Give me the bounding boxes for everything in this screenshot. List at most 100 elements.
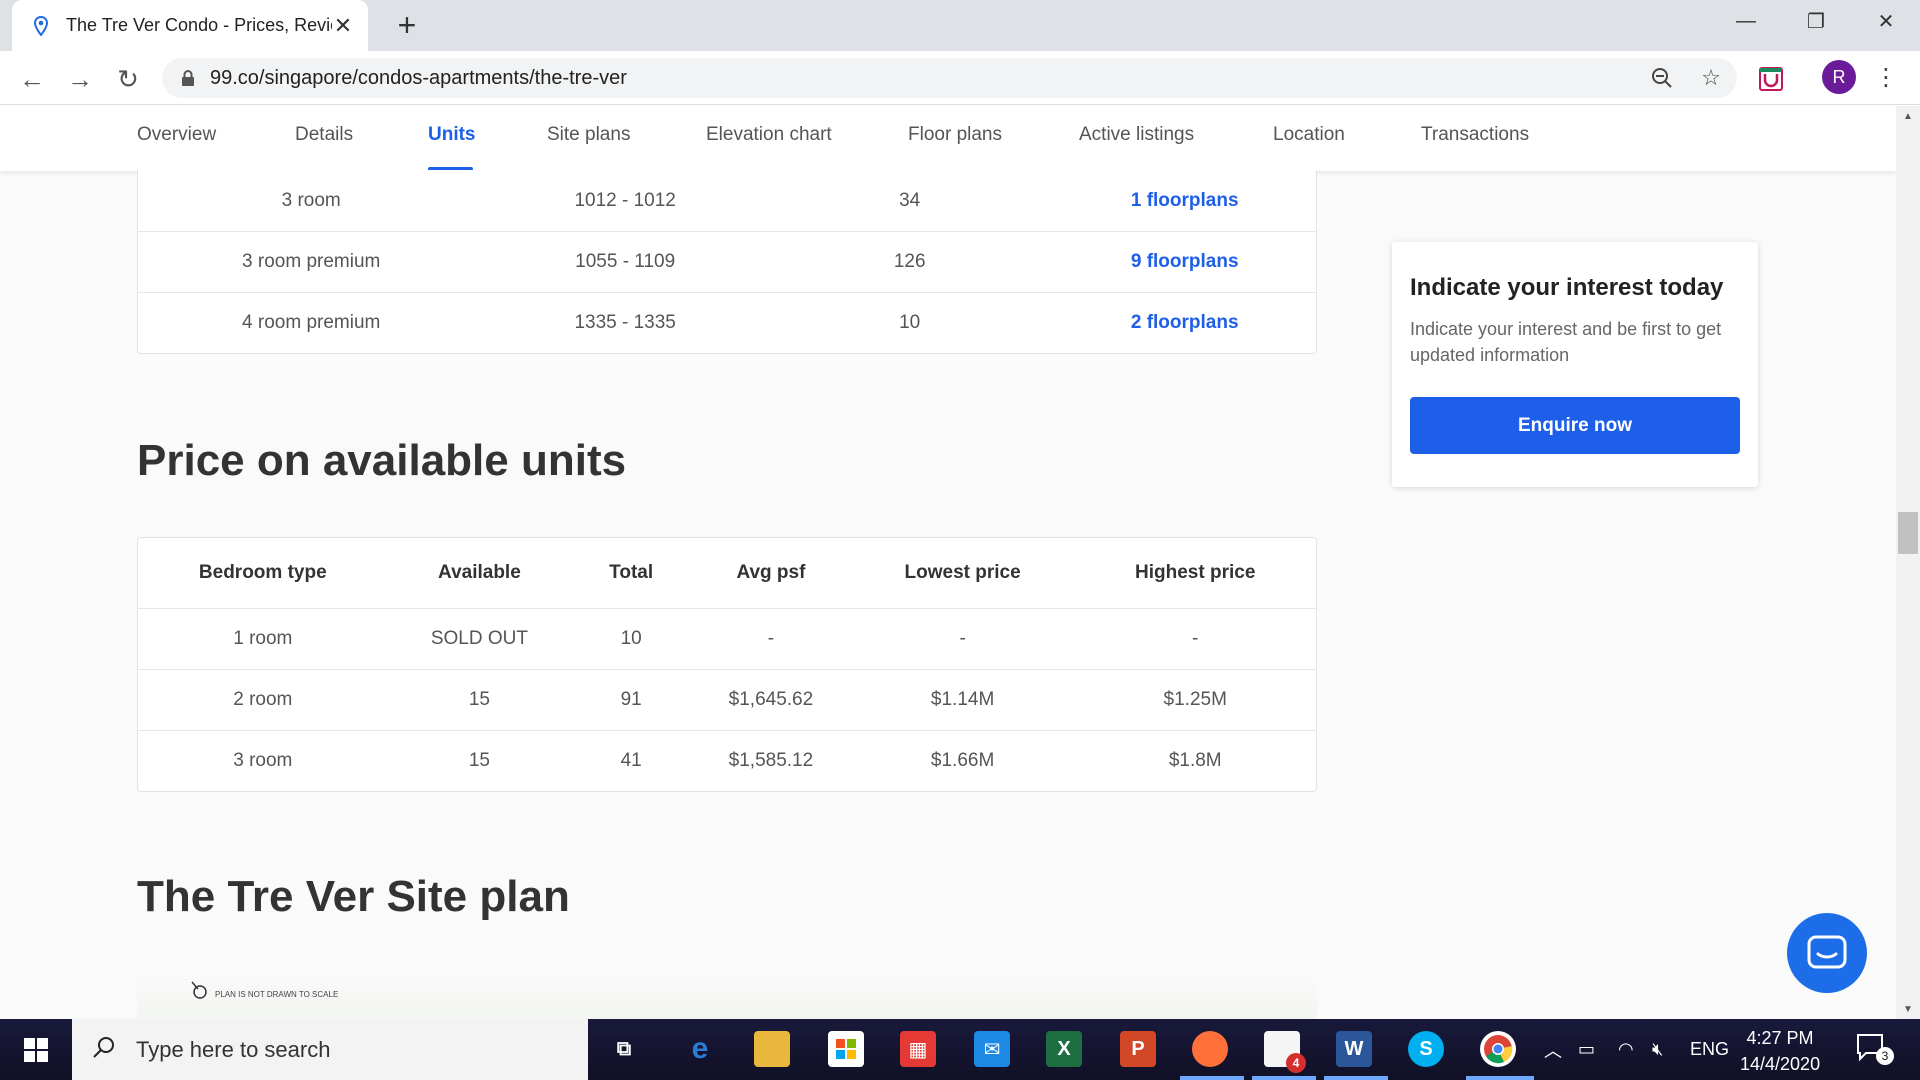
plan-scale-note: PLAN IS NOT DRAWN TO SCALE: [215, 990, 339, 999]
nav-transactions[interactable]: Transactions: [1421, 124, 1529, 146]
menu-dots-icon[interactable]: ⋮: [1874, 62, 1898, 92]
word-running-indicator: [1324, 1076, 1388, 1080]
zoom-icon[interactable]: [1649, 65, 1675, 91]
document-running-indicator: [1252, 1076, 1316, 1080]
close-tab-icon[interactable]: ✕: [332, 13, 354, 38]
close-window-button[interactable]: ✕: [1856, 0, 1916, 42]
file-explorer-icon[interactable]: [754, 1031, 790, 1067]
reload-button[interactable]: ↻: [112, 63, 144, 95]
mail-icon[interactable]: ✉: [974, 1031, 1010, 1067]
address-bar[interactable]: 99.co/singapore/condos-apartments/the-tr…: [162, 58, 1737, 98]
bookmark-star-icon[interactable]: ☆: [1698, 65, 1724, 91]
floorplans-link[interactable]: 9 floorplans: [1053, 251, 1316, 273]
bedroom-type: 1 room: [233, 628, 293, 649]
unit-size: 1012 - 1012: [574, 189, 676, 211]
document-icon[interactable]: 4: [1264, 1031, 1306, 1073]
gift-icon[interactable]: ▦: [900, 1031, 936, 1067]
enquire-now-button[interactable]: Enquire now: [1410, 397, 1740, 454]
skype-icon[interactable]: S: [1408, 1031, 1444, 1067]
table-row: 3 room 15 41 $1,585.12 $1.66M $1.8M: [138, 730, 1316, 791]
clock-time: 4:27 PM: [1746, 1028, 1814, 1048]
forward-button[interactable]: →: [64, 63, 96, 95]
nav-elevation-chart[interactable]: Elevation chart: [706, 124, 832, 146]
language-indicator[interactable]: ENG: [1690, 1019, 1729, 1080]
unit-type: 4 room premium: [242, 312, 381, 333]
wifi-icon[interactable]: ◠: [1618, 1019, 1634, 1080]
taskbar-clock[interactable]: 4:27 PM 14/4/2020: [1740, 1025, 1820, 1077]
profile-avatar[interactable]: R: [1822, 60, 1856, 94]
search-icon: [92, 1035, 116, 1064]
scrollbar-thumb[interactable]: [1898, 512, 1918, 554]
firefox-icon[interactable]: [1192, 1031, 1228, 1067]
bedroom-type: 2 room: [233, 689, 293, 710]
table-row: 3 room premium 1055 - 1109 126 9 floorpl…: [138, 231, 1316, 292]
units-table: 3 room 1012 - 1012 34 1 floorplans 3 roo…: [137, 170, 1317, 354]
table-row: 4 room premium 1335 - 1335 10 2 floorpla…: [138, 292, 1316, 353]
taskbar-search-input[interactable]: Type here to search: [72, 1019, 588, 1080]
extension-icon[interactable]: [1758, 66, 1784, 92]
header-bedroom-type: Bedroom type: [198, 562, 327, 583]
location-pin-icon: [30, 15, 52, 37]
floorplans-link[interactable]: 1 floorplans: [1053, 190, 1316, 212]
site-plan-heading: The Tre Ver Site plan: [137, 872, 570, 921]
scroll-down-icon[interactable]: ▼: [1896, 999, 1920, 1019]
header-avg-psf: Avg psf: [736, 562, 806, 583]
edge-icon[interactable]: e: [682, 1031, 718, 1067]
nav-floor-plans[interactable]: Floor plans: [908, 124, 1002, 146]
browser-tab[interactable]: The Tre Ver Condo - Prices, Revie ✕: [12, 0, 368, 51]
avg-psf: $1,585.12: [728, 750, 814, 771]
nav-active-listings[interactable]: Active listings: [1079, 124, 1194, 146]
back-button[interactable]: ←: [16, 63, 48, 95]
new-tab-button[interactable]: +: [392, 7, 422, 43]
total: 41: [620, 750, 642, 771]
minimize-button[interactable]: —: [1716, 0, 1776, 42]
chat-launcher-button[interactable]: [1787, 913, 1867, 993]
available: 15: [468, 750, 490, 771]
price-table: Bedroom type Available Total Avg psf Low…: [137, 537, 1317, 792]
nav-location[interactable]: Location: [1273, 124, 1345, 146]
lowest-price: -: [959, 628, 966, 649]
scroll-up-icon[interactable]: ▲: [1896, 106, 1920, 126]
header-available: Available: [438, 562, 521, 583]
nav-site-plans[interactable]: Site plans: [547, 124, 630, 146]
nav-units[interactable]: Units: [428, 124, 476, 146]
word-icon[interactable]: W: [1336, 1031, 1372, 1067]
nav-overview[interactable]: Overview: [137, 124, 216, 146]
header-lowest-price: Lowest price: [904, 562, 1021, 583]
unit-type: 3 room: [281, 189, 341, 211]
excel-icon[interactable]: X: [1046, 1031, 1082, 1067]
highest-price: -: [1192, 628, 1199, 649]
avg-psf: $1,645.62: [728, 689, 814, 710]
chrome-running-indicator: [1466, 1076, 1534, 1080]
lowest-price: $1.14M: [930, 689, 995, 710]
tab-title: The Tre Ver Condo - Prices, Revie: [66, 15, 332, 35]
section-nav: Overview Details Units Site plans Elevat…: [0, 106, 1896, 171]
nav-details[interactable]: Details: [295, 124, 353, 146]
highest-price: $1.25M: [1163, 689, 1227, 710]
floorplans-link[interactable]: 2 floorplans: [1053, 312, 1316, 334]
windows-taskbar: Type here to search ⧉ e ▦ ✉ X P 4 W S ︿ …: [0, 1019, 1920, 1080]
site-plan-image[interactable]: PLAN IS NOT DRAWN TO SCALE: [137, 972, 1317, 1019]
browser-tab-strip: The Tre Ver Condo - Prices, Revie ✕ + — …: [0, 0, 1920, 51]
notification-center-icon[interactable]: 3: [1856, 1033, 1894, 1067]
restore-button[interactable]: ❐: [1786, 0, 1846, 42]
page-scrollbar[interactable]: ▲ ▼: [1896, 106, 1920, 1019]
windows-start-icon[interactable]: [0, 1019, 72, 1080]
task-view-icon[interactable]: ⧉: [606, 1031, 642, 1067]
lock-icon: [180, 69, 196, 87]
firefox-running-indicator: [1180, 1076, 1244, 1080]
card-description: Indicate your interest and be first to g…: [1410, 319, 1722, 365]
chrome-icon[interactable]: [1480, 1031, 1516, 1067]
unit-type: 3 room premium: [242, 251, 381, 272]
battery-icon[interactable]: ▭: [1578, 1019, 1595, 1080]
unit-size: 1055 - 1109: [575, 251, 676, 272]
document-badge: 4: [1286, 1053, 1306, 1073]
page-content: Overview Details Units Site plans Elevat…: [0, 106, 1896, 1019]
card-title: Indicate your interest today: [1410, 274, 1724, 301]
url-text: 99.co/singapore/condos-apartments/the-tr…: [210, 66, 627, 89]
volume-muted-icon[interactable]: 🔇︎: [1652, 1019, 1663, 1080]
store-icon[interactable]: [828, 1031, 864, 1067]
powerpoint-icon[interactable]: P: [1120, 1031, 1156, 1067]
show-hidden-icons[interactable]: ︿: [1544, 1019, 1562, 1080]
header-highest-price: Highest price: [1135, 562, 1256, 583]
